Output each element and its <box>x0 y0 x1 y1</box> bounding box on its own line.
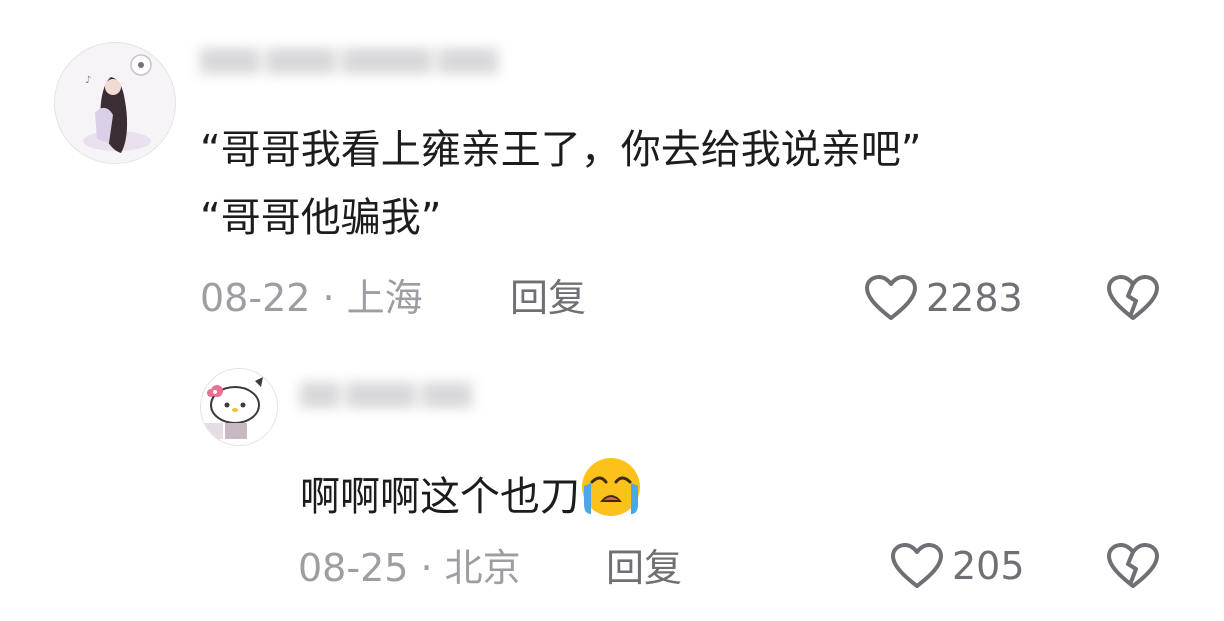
comment-text-line-2: “哥哥他骗我” <box>200 195 442 241</box>
like-button[interactable]: 2283 <box>864 274 1023 322</box>
comment-thread: ♪ “哥哥我看上雍亲王了，你去给我说亲吧” “哥哥他骗我” 08-22 · 上海… <box>0 0 1224 621</box>
broken-heart-icon <box>1107 275 1159 320</box>
avatar-illustration: ♪ <box>55 43 175 163</box>
like-count: 205 <box>952 544 1025 588</box>
comment-text-body: 啊啊啊这个也刀 <box>300 474 580 520</box>
avatar[interactable]: ♪ <box>54 42 176 164</box>
broken-heart-icon <box>1107 543 1159 588</box>
reply-button[interactable]: 回复 <box>606 546 682 590</box>
like-count: 2283 <box>926 276 1023 320</box>
username-redacted[interactable] <box>300 382 478 412</box>
comment-timestamp-location: 08-25 · 北京 <box>298 546 521 590</box>
username-redacted[interactable] <box>200 48 504 78</box>
svg-text:♪: ♪ <box>85 75 91 86</box>
avatar-illustration <box>201 369 277 445</box>
heart-outline-icon <box>865 275 917 320</box>
reply-button[interactable]: 回复 <box>510 276 586 320</box>
loudly-crying-face-icon <box>580 456 642 533</box>
comment-text: 啊啊啊这个也刀 <box>300 456 642 533</box>
like-button[interactable]: 205 <box>890 542 1025 590</box>
dislike-button[interactable] <box>1106 274 1160 326</box>
heart-outline-icon <box>891 543 943 588</box>
comment-timestamp-location: 08-22 · 上海 <box>200 276 423 320</box>
dislike-button[interactable] <box>1106 542 1160 594</box>
comment-text-line-1: “哥哥我看上雍亲王了，你去给我说亲吧” <box>200 127 922 173</box>
avatar[interactable] <box>200 368 278 446</box>
